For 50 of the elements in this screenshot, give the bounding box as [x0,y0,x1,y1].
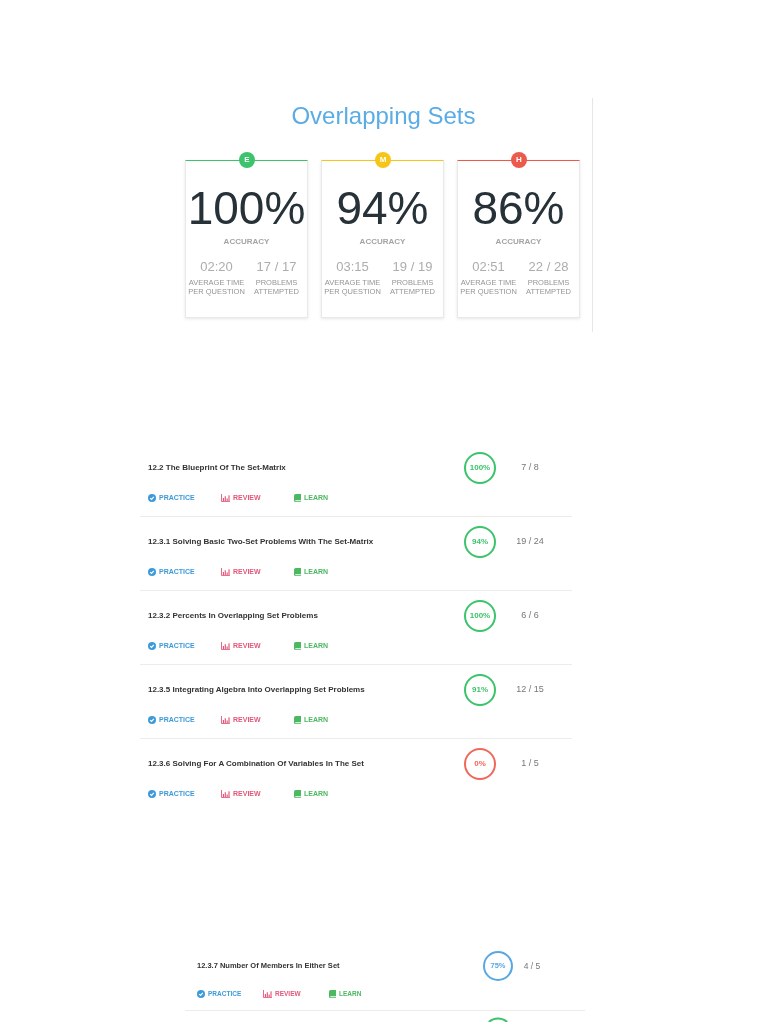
accuracy-label: ACCURACY [223,237,270,246]
accuracy-ring: 94% [464,526,496,558]
problems-count: 1 / 5 [520,757,540,771]
problems-attempted-value: 19 / 19 [392,260,433,274]
book-icon [294,716,301,724]
accuracy-value: 100% [187,185,306,231]
book-icon [294,642,301,650]
accuracy-ring: 100% [464,452,496,484]
accuracy-label: ACCURACY [359,237,406,246]
bar-chart-icon [221,642,230,650]
bar-chart-icon [221,494,230,502]
page-title: Overlapping Sets [291,102,476,130]
check-circle-icon [148,790,156,798]
accuracy-value: 94% [336,185,429,231]
average-time-value: 02:20 [200,260,233,274]
accuracy-ring: 100% [464,600,496,632]
average-time-value: 02:51 [472,260,505,274]
bar-chart-icon [221,568,230,576]
book-icon [329,990,336,998]
problems-count: 4 / 5 [522,959,542,973]
problems-attempted-value: 22 / 28 [528,260,569,274]
check-circle-icon [148,568,156,576]
accuracy-ring: 0% [464,748,496,780]
average-time-value: 03:15 [336,260,369,274]
book-icon [294,568,301,576]
lesson-title: 12.3.5 Integrating Algebra Into Overlapping Set Problems [148,685,366,695]
accuracy-label: ACCURACY [495,237,542,246]
difficulty-badge: E [239,152,255,168]
bar-chart-icon [263,990,272,998]
problems-attempted-value: 17 / 17 [256,260,297,274]
problems-count: 19 / 24 [515,535,545,549]
bar-chart-icon [221,790,230,798]
lesson-title: 12.3.2 Percents In Overlapping Set Problems [148,611,319,621]
book-icon [294,790,301,798]
problems-count: 6 / 6 [520,609,540,623]
check-circle-icon [148,716,156,724]
check-circle-icon [148,494,156,502]
problems-count: 7 / 8 [520,461,540,475]
problems-count: 12 / 15 [515,683,545,697]
accuracy-ring: 91% [464,674,496,706]
lesson-title: 12.3.6 Solving For A Combination Of Variables In The Set [148,759,365,769]
lesson-title: 12.2 The Blueprint Of The Set-Matrix [148,463,287,473]
check-circle-icon [197,990,205,998]
book-icon [294,494,301,502]
bar-chart-icon [221,716,230,724]
accuracy-value: 86% [472,185,565,231]
difficulty-badge: M [375,152,391,168]
check-circle-icon [148,642,156,650]
lesson-title: 12.3.1 Solving Basic Two-Set Problems With The Set-Matrix [148,537,375,547]
difficulty-badge: H [511,152,527,168]
